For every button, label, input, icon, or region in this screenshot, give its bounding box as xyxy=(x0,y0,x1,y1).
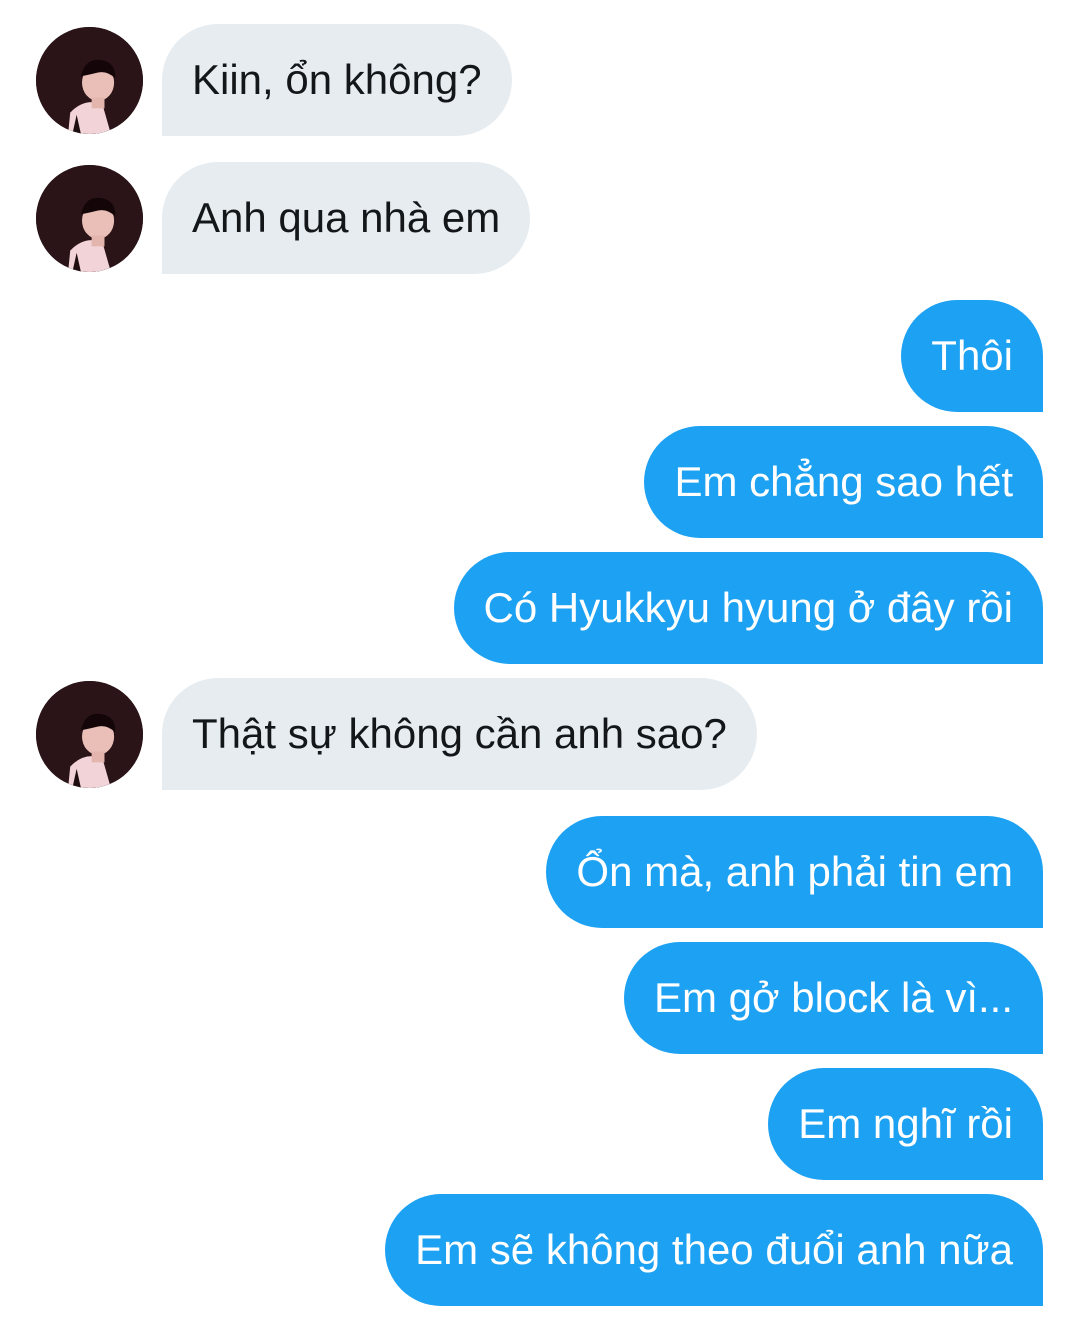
message-row-incoming: Anh qua nhà em xyxy=(0,162,1080,274)
message-row-outgoing: Có Hyukkyu hyung ở đây rồi xyxy=(0,552,1080,664)
message-bubble-outgoing[interactable]: Ổn mà, anh phải tin em xyxy=(546,816,1043,928)
message-bubble-outgoing[interactable]: Có Hyukkyu hyung ở đây rồi xyxy=(453,552,1043,664)
message-bubble-outgoing[interactable]: Em nghĩ rồi xyxy=(768,1068,1043,1180)
profile-photo-icon xyxy=(36,27,143,134)
message-bubble-outgoing[interactable]: Em chẳng sao hết xyxy=(644,426,1043,538)
message-row-outgoing: Em chẳng sao hết xyxy=(0,426,1080,538)
message-bubble-incoming[interactable]: Kiin, ổn không? xyxy=(162,24,512,136)
message-bubble-outgoing[interactable]: Em sẽ không theo đuổi anh nữa xyxy=(385,1194,1043,1306)
message-row-outgoing: Em sẽ không theo đuổi anh nữa xyxy=(0,1194,1080,1306)
message-bubble-incoming[interactable]: Anh qua nhà em xyxy=(162,162,531,274)
message-row-outgoing: Em gở block là vì... xyxy=(0,942,1080,1054)
message-row-incoming: Thật sự không cần anh sao? xyxy=(0,678,1080,790)
message-bubble-incoming[interactable]: Thật sự không cần anh sao? xyxy=(162,678,757,790)
profile-photo-icon xyxy=(36,165,143,272)
message-bubble-outgoing[interactable]: Thôi xyxy=(901,300,1043,412)
avatar[interactable] xyxy=(36,27,143,134)
message-row-incoming: Kiin, ổn không? xyxy=(0,24,1080,136)
message-row-outgoing: Ổn mà, anh phải tin em xyxy=(0,816,1080,928)
message-row-outgoing: Thôi xyxy=(0,300,1080,412)
message-thread: Kiin, ổn không? Anh qua nhà em Thôi Em c… xyxy=(0,0,1080,1317)
avatar[interactable] xyxy=(36,681,143,788)
profile-photo-icon xyxy=(36,681,143,788)
avatar[interactable] xyxy=(36,165,143,272)
message-bubble-outgoing[interactable]: Em gở block là vì... xyxy=(624,942,1043,1054)
message-row-outgoing: Em nghĩ rồi xyxy=(0,1068,1080,1180)
